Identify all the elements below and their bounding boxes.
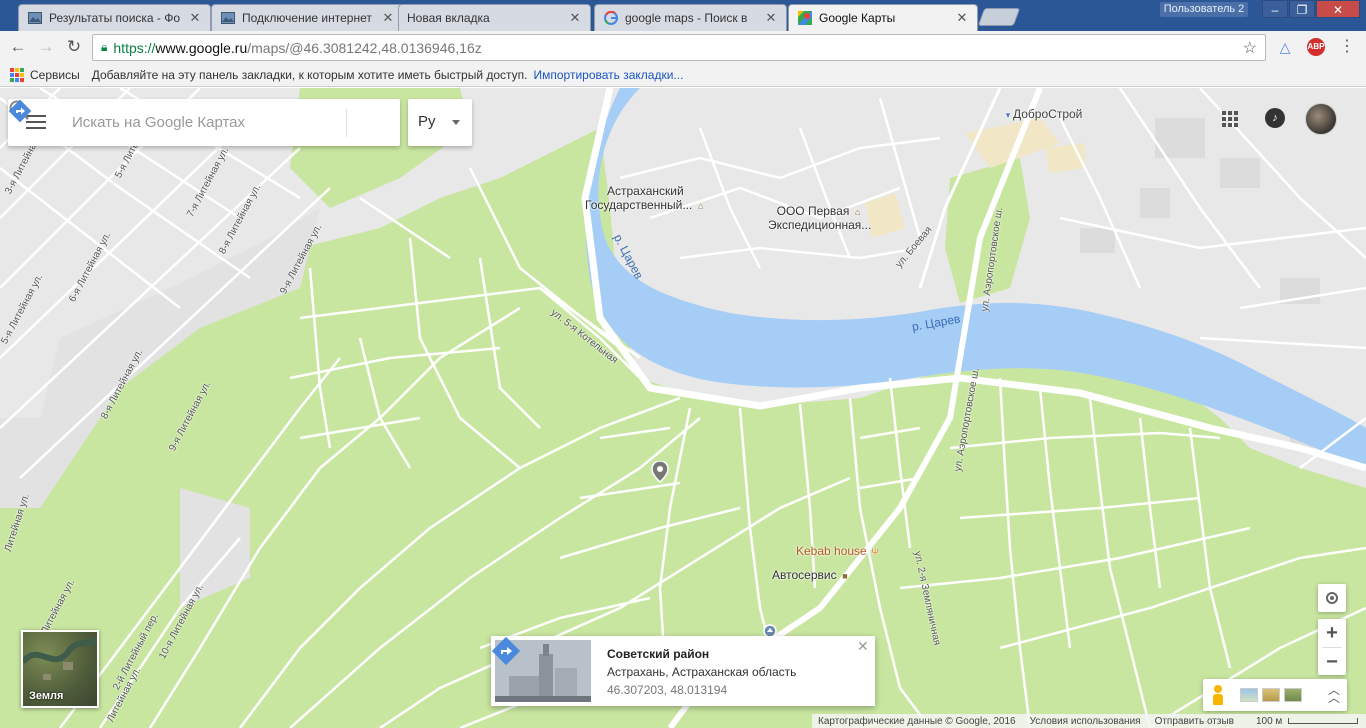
reload-icon[interactable]: ↻ bbox=[64, 37, 84, 57]
zoom-control: + − bbox=[1318, 619, 1346, 675]
bookmark-star-icon[interactable]: ☆ bbox=[1243, 38, 1257, 58]
close-icon[interactable]: ✕ bbox=[857, 638, 869, 655]
close-icon[interactable]: ✕ bbox=[188, 10, 202, 26]
tab-internet[interactable]: Подключение интернет ✕ bbox=[211, 4, 404, 31]
tab-title: Новая вкладка bbox=[407, 11, 490, 25]
earth-label: Земля bbox=[29, 690, 64, 702]
poi-autoservice[interactable]: Автосервис ■ bbox=[772, 568, 850, 582]
bookmarks-bar: Сервисы Добавляйте на эту панель закладк… bbox=[0, 63, 1366, 87]
bookmarks-hint: Добавляйте на эту панель закладки, к кот… bbox=[91, 67, 528, 82]
url-host: www.google.ru bbox=[155, 39, 248, 56]
google-apps-icon[interactable] bbox=[1222, 111, 1238, 127]
tab-search-results[interactable]: Результаты поиска - Фо ✕ bbox=[18, 4, 211, 31]
poi-agu[interactable]: Астраханский Государственный... ⌂ bbox=[585, 184, 706, 212]
layer-terrain-thumb[interactable] bbox=[1262, 688, 1280, 702]
avatar[interactable] bbox=[1305, 103, 1337, 135]
maps-icon bbox=[797, 10, 813, 26]
layer-bike-thumb[interactable] bbox=[1284, 688, 1302, 702]
browser-toolbar: ← → ↻ 🔒︎ https://www.google.ru/maps/@46.… bbox=[0, 31, 1366, 63]
close-icon[interactable]: ✕ bbox=[764, 10, 778, 26]
poi-label: Экспедиционная... bbox=[768, 218, 872, 232]
search-input[interactable]: Искать на Google Картах bbox=[72, 114, 245, 131]
poi-label: Астраханский bbox=[607, 184, 684, 198]
directions-icon[interactable] bbox=[8, 99, 32, 123]
close-icon[interactable]: ✕ bbox=[955, 10, 969, 26]
poi-kebab-house[interactable]: Kebab house Ψ bbox=[796, 544, 880, 558]
directions-icon[interactable] bbox=[491, 636, 521, 666]
place-title: Советский район bbox=[607, 647, 710, 661]
zoom-out-button[interactable]: − bbox=[1318, 648, 1346, 676]
forward-icon[interactable]: → bbox=[36, 37, 56, 57]
tab-google-search[interactable]: google maps - Поиск в ✕ bbox=[594, 4, 787, 31]
earth-view-toggle[interactable]: Земля bbox=[21, 630, 99, 708]
language-value: Ру bbox=[418, 113, 436, 130]
satellite-thumbnail bbox=[23, 636, 97, 680]
map-canvas[interactable]: ▾ ДоброСтрой Астраханский Государственный… bbox=[0, 88, 1366, 728]
zoom-in-button[interactable]: + bbox=[1318, 619, 1346, 647]
notifications-bell-icon[interactable]: ♪ bbox=[1265, 108, 1285, 128]
place-coordinates: 46.307203, 48.013194 bbox=[607, 683, 728, 697]
car-service-icon: ■ bbox=[842, 571, 848, 581]
my-location-button[interactable] bbox=[1318, 584, 1346, 612]
poi-label: ООО Первая bbox=[776, 204, 850, 218]
poi-label: Автосервис bbox=[772, 568, 837, 582]
tab-google-maps[interactable]: Google Карты ✕ bbox=[788, 4, 978, 31]
scale-control[interactable]: 100 м bbox=[1250, 715, 1359, 727]
terms-link[interactable]: Условия использования bbox=[1030, 716, 1141, 727]
tab-title: Google Карты bbox=[819, 11, 896, 25]
maximize-button[interactable]: ❐ bbox=[1289, 0, 1315, 18]
pegman-icon[interactable] bbox=[1212, 685, 1224, 705]
university-icon: ⌂ bbox=[697, 201, 704, 211]
profile-button[interactable]: Пользователь 2 bbox=[1160, 2, 1248, 17]
image-icon bbox=[27, 10, 43, 26]
place-address: Астрахань, Астраханская область bbox=[607, 665, 797, 679]
tab-title: Подключение интернет bbox=[242, 11, 372, 25]
menu-icon[interactable]: ⋮ bbox=[1338, 38, 1356, 56]
url-scheme: https:// bbox=[113, 39, 156, 56]
tab-title: Результаты поиска - Фо bbox=[49, 11, 181, 25]
scale-label: 100 м bbox=[1255, 715, 1283, 727]
layers-strip: ︿ ︿ bbox=[1203, 679, 1347, 711]
close-icon[interactable]: ✕ bbox=[568, 10, 582, 26]
apps-icon[interactable] bbox=[10, 67, 24, 82]
restaurant-icon: Ψ bbox=[871, 547, 879, 557]
drive-icon[interactable]: △ bbox=[1276, 38, 1294, 56]
window-close-button[interactable]: ✕ bbox=[1316, 0, 1360, 18]
feedback-link[interactable]: Отправить отзыв bbox=[1155, 716, 1234, 727]
map-pin-icon[interactable] bbox=[651, 461, 669, 483]
poi-label: ДоброСтрой bbox=[1013, 107, 1083, 121]
scale-bar bbox=[1288, 717, 1359, 724]
divider bbox=[346, 109, 347, 137]
language-selector[interactable]: Ру bbox=[408, 99, 472, 146]
apps-bookmark[interactable]: Сервисы bbox=[30, 68, 80, 82]
minimize-button[interactable]: – bbox=[1262, 0, 1288, 18]
poi-label: Kebab house bbox=[796, 544, 867, 558]
google-g-icon bbox=[603, 10, 619, 26]
back-icon[interactable]: ← bbox=[8, 37, 28, 57]
tab-strip: Результаты поиска - Фо ✕ Подключение инт… bbox=[0, 0, 1366, 31]
chevron-down-icon bbox=[452, 120, 460, 125]
poi-dobrostroy[interactable]: ▾ ДоброСтрой bbox=[1003, 107, 1083, 121]
map-footer: Картографические данные © Google, 2016 У… bbox=[812, 714, 1366, 728]
poi-label: Государственный... bbox=[585, 198, 693, 212]
tab-new[interactable]: Новая вкладка ✕ bbox=[398, 4, 591, 31]
image-icon bbox=[220, 10, 236, 26]
shop-icon: ▾ bbox=[1005, 110, 1011, 120]
layer-transit-thumb[interactable] bbox=[1240, 688, 1258, 702]
new-tab-button[interactable] bbox=[977, 8, 1021, 26]
url-path: /maps/@46.3081242,48.0136946,16z bbox=[247, 39, 482, 56]
poi-ooo[interactable]: ООО Первая ⌂ Экспедиционная... bbox=[768, 204, 871, 232]
company-icon: ⌂ bbox=[854, 207, 861, 217]
copyright-text: Картографические данные © Google, 2016 bbox=[818, 715, 1016, 727]
search-box[interactable]: Искать на Google Картах bbox=[8, 99, 400, 146]
adblock-icon[interactable]: ABP bbox=[1307, 38, 1325, 56]
close-icon[interactable]: ✕ bbox=[381, 10, 395, 26]
import-bookmarks-link[interactable]: Импортировать закладки... bbox=[534, 68, 684, 82]
lock-icon: 🔒︎ bbox=[101, 40, 108, 54]
place-info-card[interactable]: Советский район Астрахань, Астраханская … bbox=[491, 636, 875, 706]
location-icon bbox=[1326, 592, 1338, 604]
tab-title: google maps - Поиск в bbox=[625, 11, 748, 25]
chevron-up-icon[interactable]: ︿ ︿ bbox=[1328, 684, 1340, 704]
address-bar[interactable]: 🔒︎ https://www.google.ru/maps/@46.308124… bbox=[92, 34, 1266, 61]
